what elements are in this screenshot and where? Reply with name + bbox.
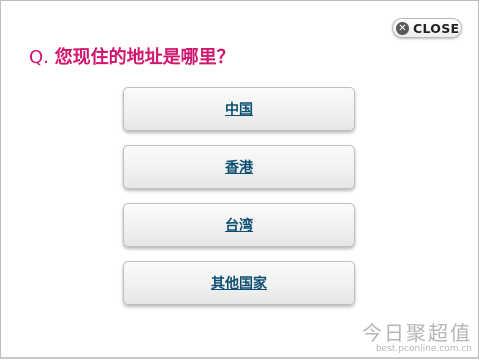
watermark-url: best.pconline.com.cn [375, 344, 472, 354]
question-title: Q. 您现住的地址是哪里？ [29, 43, 235, 69]
popup-frame: ✕ CLOSE Q. 您现住的地址是哪里？ 中国 香港 台湾 其他国家 今日聚超… [0, 0, 479, 359]
watermark-title: 今日聚超值 [362, 321, 472, 345]
question-text: 您现住的地址是哪里？ [54, 47, 235, 68]
option-button-other-countries[interactable]: 其他国家 [123, 261, 355, 305]
question-prefix: Q. [29, 47, 49, 68]
close-button[interactable]: ✕ CLOSE [392, 18, 462, 38]
option-label: 台湾 [225, 218, 253, 234]
close-icon: ✕ [396, 21, 409, 35]
watermark: 今日聚超值 best.pconline.com.cn [362, 322, 472, 354]
option-button-hongkong[interactable]: 香港 [123, 145, 355, 189]
close-button-label: CLOSE [413, 20, 460, 36]
option-label: 香港 [225, 160, 253, 176]
option-button-taiwan[interactable]: 台湾 [123, 203, 355, 247]
option-label: 其他国家 [211, 276, 267, 292]
option-label: 中国 [225, 102, 253, 118]
option-button-china[interactable]: 中国 [123, 87, 355, 131]
